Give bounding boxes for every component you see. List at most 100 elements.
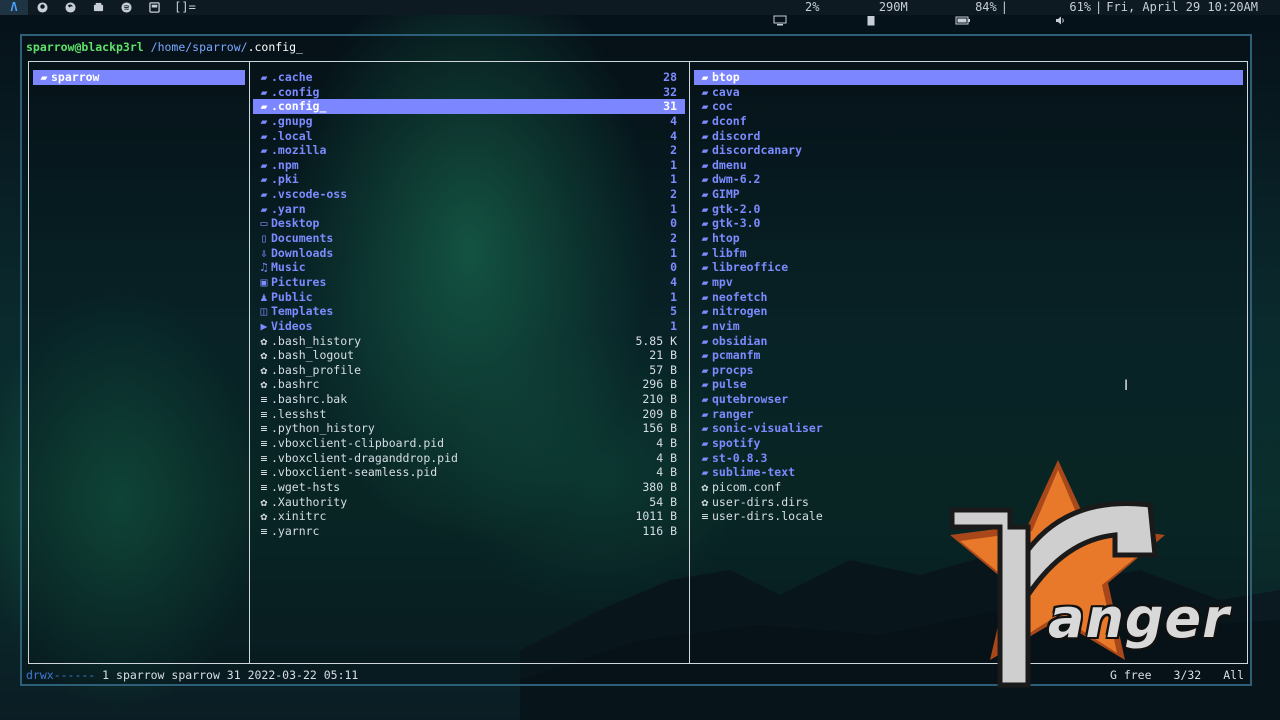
directory-entry[interactable]: ▰ discord	[694, 129, 1243, 144]
gear-icon: ✿	[260, 494, 268, 509]
directory-entry[interactable]: ♟ Public 1	[253, 290, 685, 305]
entry-name: .bash_profile	[271, 362, 362, 377]
entry-size: 116 B	[642, 523, 677, 538]
battery-icon	[912, 0, 971, 45]
download-icon: ⇩	[260, 245, 268, 260]
directory-entry[interactable]: ▰ pcmanfm	[694, 348, 1243, 363]
directory-entry[interactable]: ▶ Videos 1	[253, 319, 685, 334]
directory-entry[interactable]: ▰ gtk-3.0	[694, 216, 1243, 231]
picture-icon: ▣	[260, 274, 268, 289]
file-entry[interactable]: ✿ .bash_history 5.85 K	[253, 334, 685, 349]
directory-entry[interactable]: ▭ Desktop 0	[253, 216, 685, 231]
entry-size: 4	[670, 274, 677, 289]
directory-entry[interactable]: ◫ Templates 5	[253, 304, 685, 319]
directory-entry[interactable]: ▰ .config_ 31	[253, 99, 685, 114]
directory-entry[interactable]: ▰ GIMP	[694, 187, 1243, 202]
folder-icon: ▰	[701, 201, 709, 216]
directory-entry[interactable]: ▰ .config 32	[253, 85, 685, 100]
ranger-logo-text: anger	[1048, 587, 1230, 650]
file-entry[interactable]: ✿ .xinitrc 1011 B	[253, 509, 685, 524]
directory-entry[interactable]: ▰ .gnupg 4	[253, 114, 685, 129]
folder-icon: ▰	[260, 99, 268, 114]
file-entry[interactable]: ≡ .vboxclient-clipboard.pid 4 B	[253, 436, 685, 451]
directory-entry[interactable]: ♫ Music 0	[253, 260, 685, 275]
directory-entry[interactable]: ▰ .npm 1	[253, 158, 685, 173]
file-entry[interactable]: ≡ .yarnrc 116 B	[253, 524, 685, 539]
entry-name: .vscode-oss	[271, 187, 348, 202]
workspace-spotify-icon[interactable]	[112, 0, 140, 15]
entry-name: .bash_logout	[271, 348, 355, 363]
entry-name: .yarn	[271, 201, 306, 216]
workspace-github-icon[interactable]	[28, 0, 56, 15]
directory-entry[interactable]: ▰ gtk-2.0	[694, 202, 1243, 217]
file-entry[interactable]: ≡ .vboxclient-seamless.pid 4 B	[253, 465, 685, 480]
file-entry[interactable]: ✿ .bashrc 296 B	[253, 377, 685, 392]
folder-icon: ▰	[260, 143, 268, 158]
entry-size: 5	[670, 304, 677, 319]
lines-icon: ≡	[260, 479, 268, 494]
entry-name: btop	[712, 70, 740, 84]
layout-indicator[interactable]: []=	[168, 0, 202, 15]
directory-entry[interactable]: ▰ libfm	[694, 246, 1243, 261]
directory-entry[interactable]: ▰ spotify	[694, 436, 1243, 451]
entry-name: .cache	[271, 70, 313, 84]
folder-icon: ▰	[701, 377, 709, 392]
file-entry[interactable]: ✿ .bash_profile 57 B	[253, 363, 685, 378]
entry-name: .xinitrc	[271, 509, 327, 524]
directory-entry[interactable]: ▰ dwm-6.2	[694, 172, 1243, 187]
file-entry[interactable]: ✿ .Xauthority 54 B	[253, 495, 685, 510]
directory-entry[interactable]: ▰ dmenu	[694, 158, 1243, 173]
entry-name: ranger	[712, 406, 754, 421]
workspace-editor-icon[interactable]	[140, 0, 168, 15]
file-entry[interactable]: ≡ .bashrc.bak 210 B	[253, 392, 685, 407]
directory-entry[interactable]: ▰ coc	[694, 99, 1243, 114]
file-entry[interactable]: ≡ .wget-hsts 380 B	[253, 480, 685, 495]
file-info-status: drwx------ 1 sparrow sparrow 31 2022-03-…	[26, 668, 358, 682]
entry-size: 21 B	[649, 348, 677, 363]
directory-entry[interactable]: ⇩ Downloads 1	[253, 246, 685, 261]
directory-entry[interactable]: ▰ .local 4	[253, 129, 685, 144]
directory-entry[interactable]: ▰ pulse	[694, 377, 1243, 392]
workspace-files-icon[interactable]	[84, 0, 112, 15]
entry-name: .bashrc	[271, 377, 320, 392]
directory-entry[interactable]: ▰ .mozilla 2	[253, 143, 685, 158]
file-entry[interactable]: ≡ .lesshst 209 B	[253, 407, 685, 422]
directory-entry[interactable]: ▰ cava	[694, 85, 1243, 100]
entry-name: procps	[712, 362, 754, 377]
directory-entry[interactable]: ▰ mpv	[694, 275, 1243, 290]
directory-entry[interactable]: ▰ .cache 28	[253, 70, 685, 85]
directory-entry[interactable]: ▰ dconf	[694, 114, 1243, 129]
lines-icon: ≡	[260, 523, 268, 538]
directory-entry[interactable]: ▰ .vscode-oss 2	[253, 187, 685, 202]
entry-name: GIMP	[712, 187, 740, 202]
entry-size: 54 B	[649, 494, 677, 509]
directory-entry[interactable]: ▣ Pictures 4	[253, 275, 685, 290]
directory-entry[interactable]: ▰ nvim	[694, 319, 1243, 334]
directory-entry[interactable]: ▰ libreoffice	[694, 260, 1243, 275]
directory-entry[interactable]: ▰ nitrogen	[694, 304, 1243, 319]
directory-entry[interactable]: ▰ procps	[694, 363, 1243, 378]
workspace-arch-icon[interactable]: Λ	[0, 0, 28, 15]
directory-entry[interactable]: ▰ obsidian	[694, 334, 1243, 349]
entry-size: 1	[670, 289, 677, 304]
directory-entry[interactable]: ▰ sonic-visualiser	[694, 421, 1243, 436]
directory-entry[interactable]: ▰ qutebrowser	[694, 392, 1243, 407]
directory-entry[interactable]: ▰ discordcanary	[694, 143, 1243, 158]
entry-name: Documents	[271, 231, 334, 246]
directory-entry[interactable]: ▰ btop	[694, 70, 1243, 85]
directory-entry[interactable]: ▰ htop	[694, 231, 1243, 246]
directory-entry[interactable]: ▰ sparrow	[33, 70, 245, 85]
system-indicators: 2% 290M 84% | 61% | Fri, April 29 10:20A…	[730, 0, 1258, 45]
directory-entry[interactable]: ▯ Documents 2	[253, 231, 685, 246]
directory-entry[interactable]: ▰ .yarn 1	[253, 202, 685, 217]
directory-entry[interactable]: ▰ .pki 1	[253, 172, 685, 187]
file-entry[interactable]: ✿ .bash_logout 21 B	[253, 348, 685, 363]
directory-entry[interactable]: ▰ ranger	[694, 407, 1243, 422]
cpu-usage: 2%	[805, 0, 820, 14]
volume-icon[interactable]	[1012, 0, 1065, 45]
workspace-firefox-icon[interactable]	[56, 0, 84, 15]
file-entry[interactable]: ≡ .vboxclient-draganddrop.pid 4 B	[253, 451, 685, 466]
file-entry[interactable]: ≡ .python_history 156 B	[253, 421, 685, 436]
monitor-icon	[730, 0, 787, 45]
directory-entry[interactable]: ▰ neofetch	[694, 290, 1243, 305]
